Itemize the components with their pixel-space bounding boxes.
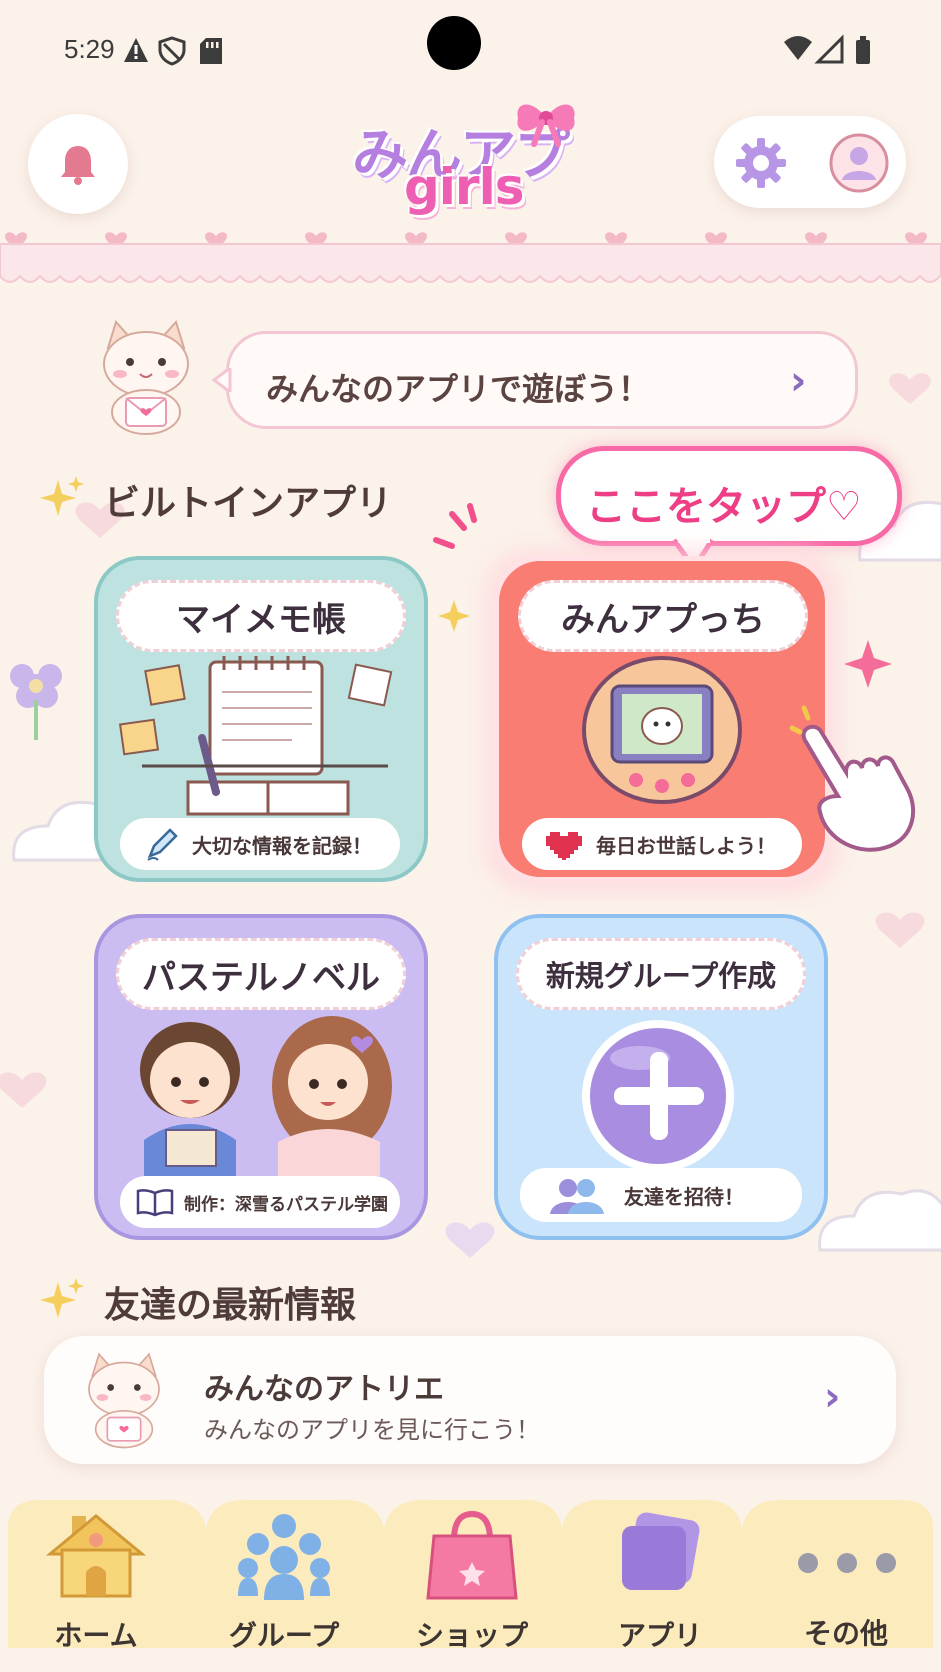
add-plus-icon[interactable] (578, 1016, 738, 1176)
house-icon (46, 1514, 146, 1598)
sparkles-left-icon (433, 503, 477, 632)
banner-text: みんなのアプリで遊ぼう！ (266, 370, 651, 408)
novel-caption-text: 制作：深雪るパステル学園 (184, 1194, 388, 1215)
ribbon-bow-icon (517, 104, 575, 147)
new-group-card-caption: 友達を招待！ (520, 1168, 802, 1222)
book-icon (136, 1189, 174, 1217)
banner-chevron-icon: › (790, 358, 807, 404)
feed-item-title: みんなのアトリエ (204, 1372, 444, 1407)
nav-label-more: その他 (803, 1617, 888, 1650)
feed-chevron-icon: › (824, 1374, 841, 1420)
novel-card-title: パステルノベル (116, 938, 406, 1010)
pixel-heart-icon (546, 832, 582, 860)
nav-label-shop: ショップ (415, 1619, 528, 1652)
nav-label-home: ホーム (54, 1619, 138, 1652)
sparkle-icon (40, 476, 84, 516)
mascot-cat-icon (103, 320, 189, 435)
group-icon (238, 1514, 330, 1600)
app-logo-sub: girls (404, 158, 524, 216)
sparkle-icon-2 (40, 1278, 84, 1318)
new-group-card-title: 新規グループ作成 (516, 938, 806, 1010)
status-system-icons (784, 34, 870, 64)
builtin-section-title: ビルトインアプリ (104, 483, 393, 524)
new-group-caption-text: 友達を招待！ (624, 1184, 744, 1209)
novel-card-caption: 制作：深雪るパステル学園 (120, 1176, 400, 1228)
nav-label-apps: アプリ (617, 1619, 702, 1652)
pet-caption-text: 毎日お世話しよう！ (596, 833, 776, 858)
tap-hand-pointer-icon (790, 705, 916, 852)
nav-item-group[interactable]: グループ (188, 1508, 376, 1658)
memo-caption-text: 大切な情報を記録！ (192, 833, 372, 858)
status-notification-icons (124, 36, 222, 66)
virtual-pet-device-icon (582, 656, 742, 804)
gear-icon[interactable] (734, 136, 788, 190)
notification-button[interactable] (28, 114, 128, 214)
banner-tail (212, 368, 232, 392)
more-dots-icon (798, 1553, 896, 1573)
feed-item-subtitle: みんなのアプリを見に行こう！ (204, 1416, 540, 1444)
nav-item-apps[interactable]: アプリ (564, 1508, 752, 1658)
nav-item-more[interactable]: その他 (752, 1508, 941, 1658)
mascot-cat-small-icon (88, 1352, 160, 1449)
nav-item-home[interactable]: ホーム (0, 1508, 188, 1658)
apps-icon (622, 1512, 700, 1590)
lace-border (0, 232, 941, 283)
sparkle-star-icon (844, 640, 892, 688)
pet-card-caption: 毎日お世話しよう！ (522, 818, 802, 870)
nav-label-group: グループ (228, 1619, 340, 1652)
bell-icon (61, 146, 95, 185)
novel-characters-illustration (140, 1016, 392, 1176)
friends-section-title: 友達の最新情報 (104, 1285, 357, 1326)
status-bar: 5:29 (0, 0, 941, 100)
pen-icon (147, 828, 178, 861)
notebook-illustration (118, 656, 393, 816)
nav-item-shop[interactable]: ショップ (376, 1508, 564, 1658)
front-camera (427, 16, 481, 70)
friends-icon (550, 1179, 604, 1214)
memo-card-caption: 大切な情報を記録！ (120, 818, 400, 870)
status-time: 5:29 (64, 34, 115, 64)
tap-hint-text: ここをタップ♡ (586, 484, 862, 530)
memo-card-title: マイメモ帳 (116, 580, 406, 652)
user-icon[interactable] (828, 132, 890, 194)
shopping-bag-icon (426, 1510, 518, 1600)
